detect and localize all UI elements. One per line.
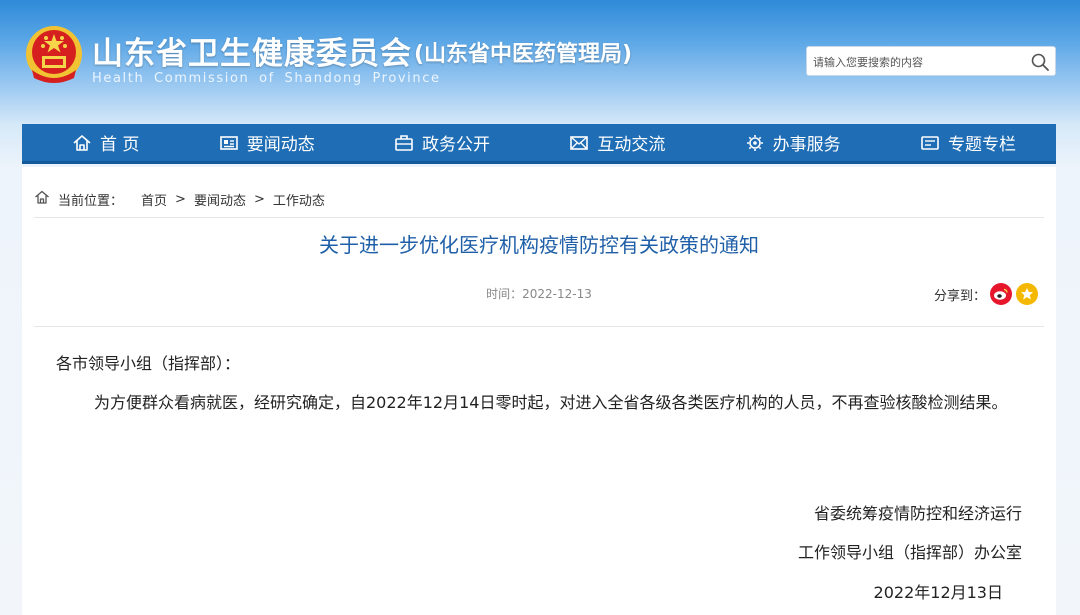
weibo-icon[interactable] — [990, 283, 1013, 305]
news-icon — [219, 133, 239, 153]
nav-label: 互动交流 — [597, 135, 666, 155]
nav-label: 要闻动态 — [246, 135, 315, 155]
briefcase-icon — [394, 133, 414, 153]
topic-icon — [920, 133, 940, 153]
salutation: 各市领导小组（指挥部）： — [56, 354, 241, 373]
signature-line-2: 工作领导小组（指挥部）办公室 — [797, 543, 1022, 562]
divider — [34, 217, 1044, 218]
service-icon — [745, 133, 765, 153]
divider — [34, 326, 1044, 327]
favorite-star-icon[interactable] — [1016, 283, 1039, 305]
breadcrumb: 当前位置： 首页 > 要闻动态 > 工作动态 — [34, 189, 325, 209]
site-header: 山东省卫生健康委员会 (山东省中医药管理局) Health Commission… — [0, 0, 1080, 124]
nav-item-topics[interactable]: 专题专栏 — [920, 130, 1016, 155]
site-english-name: Health Commission of Shandong Province — [92, 71, 441, 86]
site-subtitle: (山东省中医药管理局) — [414, 42, 633, 67]
share-label: 分享到： — [934, 288, 987, 304]
nav-item-interaction[interactable]: 互动交流 — [569, 130, 665, 155]
search-icon[interactable] — [1029, 51, 1051, 73]
article-body: 为方便群众看病就医，经研究确定，自2022年12月14日零时起，对进入全省各级各… — [94, 393, 1008, 412]
nav-label: 办事服务 — [772, 135, 841, 155]
search-box — [806, 46, 1056, 76]
home-icon — [34, 189, 50, 209]
breadcrumb-item-home[interactable]: 首页 — [141, 190, 167, 209]
breadcrumb-separator: > — [253, 191, 265, 207]
publish-time: 时间：2022-12-13 — [486, 287, 592, 301]
interaction-icon — [569, 133, 589, 153]
breadcrumb-label: 当前位置： — [58, 193, 124, 209]
national-emblem-icon[interactable] — [24, 24, 84, 86]
nav-item-service[interactable]: 办事服务 — [745, 130, 841, 155]
breadcrumb-item-news[interactable]: 要闻动态 — [194, 190, 246, 209]
home-icon — [72, 133, 92, 153]
nav-item-news[interactable]: 要闻动态 — [219, 130, 315, 155]
nav-item-home[interactable]: 首 页 — [72, 130, 139, 155]
article-title: 关于进一步优化医疗机构疫情防控有关政策的通知 — [319, 233, 759, 257]
site-title[interactable]: 山东省卫生健康委员会 — [92, 28, 412, 73]
breadcrumb-item-work-news[interactable]: 工作动态 — [273, 190, 325, 209]
nav-label: 政务公开 — [422, 135, 491, 155]
article-panel: 当前位置： 首页 > 要闻动态 > 工作动态 关于进一步优化医疗机构疫情防控有关… — [22, 167, 1056, 615]
main-nav: 首 页 要闻动态 政务公开 互动交流 办事服务 专题专栏 — [22, 124, 1056, 164]
nav-label: 首 页 — [100, 135, 140, 155]
search-input[interactable] — [813, 53, 1023, 71]
share-bar: 分享到： — [934, 283, 1039, 305]
breadcrumb-separator: > — [175, 191, 186, 207]
signature-date: 2022年12月13日 — [873, 583, 1003, 602]
nav-item-government[interactable]: 政务公开 — [394, 130, 490, 155]
signature-line-1: 省委统筹疫情防控和经济运行 — [813, 504, 1022, 523]
nav-label: 专题专栏 — [947, 135, 1016, 155]
